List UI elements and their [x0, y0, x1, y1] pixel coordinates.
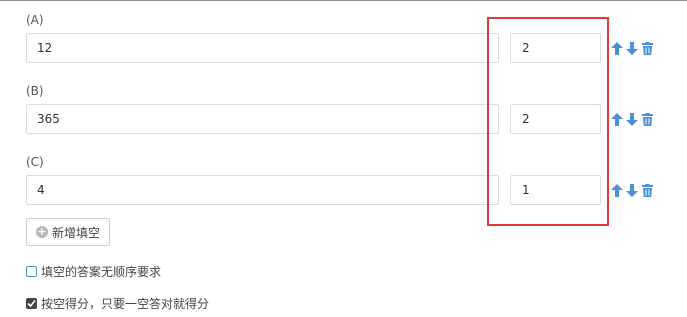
check-icon: [27, 299, 36, 308]
row-actions-c: [610, 182, 654, 198]
row-actions-a: [610, 40, 654, 56]
unordered-checkbox[interactable]: [26, 266, 37, 277]
arrow-down-icon[interactable]: [625, 111, 639, 127]
add-blank-label: 新增填空: [52, 225, 101, 240]
trash-icon[interactable]: [640, 40, 654, 56]
score-column-highlight: [487, 17, 609, 226]
trash-icon[interactable]: [640, 182, 654, 198]
answer-input-a[interactable]: [26, 33, 499, 63]
fill-blank-editor: (A) (B) (C): [0, 0, 687, 317]
blank-label-b: (B): [26, 84, 44, 98]
option-unordered: 填空的答案无顺序要求: [26, 263, 161, 280]
option-score-per-blank-label: 按空得分，只要一空答对就得分: [41, 297, 210, 311]
arrow-down-icon[interactable]: [625, 40, 639, 56]
trash-icon[interactable]: [640, 111, 654, 127]
row-actions-b: [610, 111, 654, 127]
plus-circle-icon: +: [36, 225, 48, 238]
arrow-up-icon[interactable]: [610, 182, 624, 198]
blank-label-a: (A): [26, 13, 44, 27]
answer-input-b[interactable]: [26, 104, 499, 134]
arrow-up-icon[interactable]: [610, 111, 624, 127]
arrow-down-icon[interactable]: [625, 182, 639, 198]
score-per-blank-checkbox[interactable]: [26, 298, 37, 309]
blank-label-c: (C): [26, 155, 44, 169]
arrow-up-icon[interactable]: [610, 40, 624, 56]
option-score-per-blank: 按空得分，只要一空答对就得分: [26, 295, 209, 312]
add-blank-button[interactable]: + 新增填空: [26, 218, 110, 246]
option-unordered-label: 填空的答案无顺序要求: [41, 265, 162, 279]
answer-input-c[interactable]: [26, 175, 499, 205]
